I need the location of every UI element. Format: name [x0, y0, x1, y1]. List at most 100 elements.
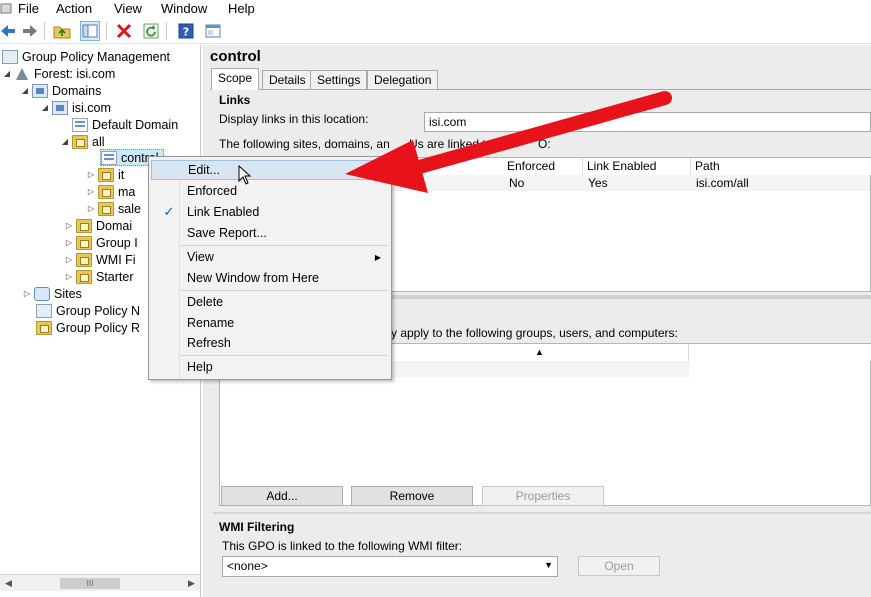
- tree-group-policy-objects[interactable]: ▷ Group I: [64, 234, 138, 251]
- add-button[interactable]: Add...: [221, 486, 343, 506]
- collapse-arrow-icon[interactable]: ◢: [60, 137, 70, 146]
- toolbar: ?: [0, 18, 871, 44]
- scroll-right-icon[interactable]: ▶: [183, 575, 200, 591]
- expand-arrow-icon[interactable]: ▷: [86, 170, 96, 179]
- menu-view[interactable]: View: [114, 1, 142, 16]
- tree-ou-ma[interactable]: ▷ ma: [86, 183, 135, 200]
- expand-arrow-icon[interactable]: ▷: [86, 204, 96, 213]
- forward-arrow-icon[interactable]: [20, 21, 40, 41]
- tree-sites[interactable]: ▷ Sites: [22, 285, 82, 302]
- column-link-enabled[interactable]: Link Enabled: [583, 158, 691, 175]
- menu-item-edit[interactable]: Edit...: [151, 160, 389, 180]
- delete-icon[interactable]: [114, 21, 134, 41]
- tree-domain-isi[interactable]: ◢ isi.com: [40, 99, 111, 116]
- menu-window[interactable]: Window: [161, 1, 207, 16]
- menu-item-link-enabled[interactable]: ✓ Link Enabled: [151, 202, 389, 222]
- chevron-down-icon[interactable]: ▼: [544, 560, 553, 570]
- menu-item-save-report[interactable]: Save Report...: [151, 223, 389, 243]
- app-icon[interactable]: [0, 1, 12, 18]
- display-links-dropdown[interactable]: isi.com: [424, 112, 871, 132]
- tab-delegation[interactable]: Delegation: [367, 70, 439, 89]
- cell-enforced: No: [509, 176, 525, 190]
- collapse-arrow-icon[interactable]: ◢: [20, 86, 30, 95]
- tree-domain-controllers[interactable]: ▷ Domai: [64, 217, 132, 234]
- submenu-arrow-icon: ▶: [374, 252, 381, 262]
- wmi-filter-text: This GPO is linked to the following WMI …: [222, 539, 463, 553]
- ou-folder-icon: [76, 218, 92, 233]
- tree-ou-all[interactable]: ◢ all: [60, 133, 105, 150]
- tree-wmi-filters[interactable]: ▷ WMI Fi: [64, 251, 136, 268]
- show-hide-console-tree-icon[interactable]: [80, 21, 100, 41]
- menu-item-enforced[interactable]: Enforced: [151, 181, 389, 201]
- properties-icon[interactable]: [203, 21, 223, 41]
- page-title: control: [210, 48, 261, 65]
- menu-help[interactable]: Help: [228, 1, 255, 16]
- table-row[interactable]: [391, 361, 689, 377]
- tree-group-policy-results[interactable]: Group Policy R: [36, 319, 140, 336]
- expand-arrow-icon[interactable]: ▷: [64, 255, 74, 264]
- scroll-thumb[interactable]: III: [60, 578, 120, 589]
- sites-icon: [34, 286, 50, 301]
- sort-ascending-icon[interactable]: ▲: [391, 344, 689, 361]
- remove-button[interactable]: Remove: [351, 486, 473, 506]
- svg-text:?: ?: [183, 26, 189, 39]
- tree-group-policy-modeling[interactable]: Group Policy N: [36, 302, 140, 319]
- tab-settings[interactable]: Settings: [310, 70, 368, 89]
- menu-separator: [181, 355, 387, 356]
- wmi-filter-icon: [76, 252, 92, 267]
- menu-item-new-window[interactable]: New Window from Here: [151, 268, 389, 288]
- linked-text-part-3: O:: [538, 137, 551, 151]
- expand-arrow-icon[interactable]: ▷: [64, 221, 74, 230]
- collapse-arrow-icon[interactable]: ◢: [40, 103, 50, 112]
- menu-item-view[interactable]: View ▶: [151, 247, 389, 267]
- wmi-filter-value: <none>: [227, 559, 268, 573]
- column-path[interactable]: Path: [691, 158, 871, 175]
- wmi-filtering-header: WMI Filtering: [219, 520, 295, 534]
- tree-starter-gpos[interactable]: ▷ Starter: [64, 268, 134, 285]
- ou-folder-icon: [72, 134, 88, 149]
- context-menu: Edit... Enforced ✓ Link Enabled Save Rep…: [148, 156, 392, 380]
- tree-ou-it[interactable]: ▷ it: [86, 166, 124, 183]
- tree-ou-sale[interactable]: ▷ sale: [86, 200, 141, 217]
- collapse-arrow-icon[interactable]: ◢: [2, 69, 12, 78]
- menu-item-help[interactable]: Help: [151, 357, 389, 377]
- tree-horizontal-scrollbar[interactable]: ◀ III ▶: [0, 574, 200, 591]
- expand-arrow-icon[interactable]: ▷: [64, 272, 74, 281]
- linked-text-part-2: Us are linked to: [409, 137, 493, 151]
- expand-arrow-icon[interactable]: ▷: [64, 238, 74, 247]
- menu-item-refresh[interactable]: Refresh: [151, 333, 389, 353]
- column-enforced[interactable]: Enforced: [503, 158, 583, 175]
- scroll-left-icon[interactable]: ◀: [0, 575, 17, 591]
- group-policy-management-icon: [2, 49, 18, 64]
- back-arrow-icon[interactable]: [0, 21, 18, 41]
- menu-file[interactable]: File: [18, 1, 39, 16]
- tree-forest[interactable]: ◢ Forest: isi.com: [2, 65, 115, 82]
- expand-arrow-icon[interactable]: ▷: [22, 289, 32, 298]
- tab-scope[interactable]: Scope: [211, 68, 260, 90]
- properties-button[interactable]: Properties: [482, 486, 604, 506]
- security-filtering-text: y apply to the following groups, users, …: [391, 326, 678, 340]
- links-header: Links: [219, 93, 251, 107]
- display-links-label: Display links in this location:: [219, 112, 369, 126]
- expand-arrow-icon[interactable]: ▷: [86, 187, 96, 196]
- menu-item-rename[interactable]: Rename: [151, 313, 389, 333]
- tree-root[interactable]: Group Policy Management: [2, 48, 170, 65]
- mouse-pointer-icon: [238, 164, 252, 188]
- tree-domains[interactable]: ◢ Domains: [20, 82, 101, 99]
- help-icon[interactable]: ?: [176, 21, 196, 41]
- menu-item-delete[interactable]: Delete: [151, 292, 389, 312]
- column-header-empty[interactable]: [689, 344, 871, 361]
- open-button[interactable]: Open: [578, 556, 660, 576]
- checkmark-icon: ✓: [163, 204, 175, 219]
- tab-details[interactable]: Details: [262, 70, 313, 89]
- menu-bar: File Action View Window Help: [0, 0, 871, 18]
- tree-default-domain-policy[interactable]: Default Domain: [72, 116, 178, 133]
- section-divider: [213, 512, 871, 514]
- refresh-icon[interactable]: [141, 21, 161, 41]
- linked-text-part-1: The following sites, domains, an: [219, 137, 390, 151]
- menu-action[interactable]: Action: [56, 1, 92, 16]
- wmi-filter-dropdown[interactable]: <none> ▼: [222, 556, 558, 577]
- up-folder-icon[interactable]: [52, 21, 72, 41]
- ou-folder-icon: [98, 167, 114, 182]
- domains-icon: [32, 83, 48, 98]
